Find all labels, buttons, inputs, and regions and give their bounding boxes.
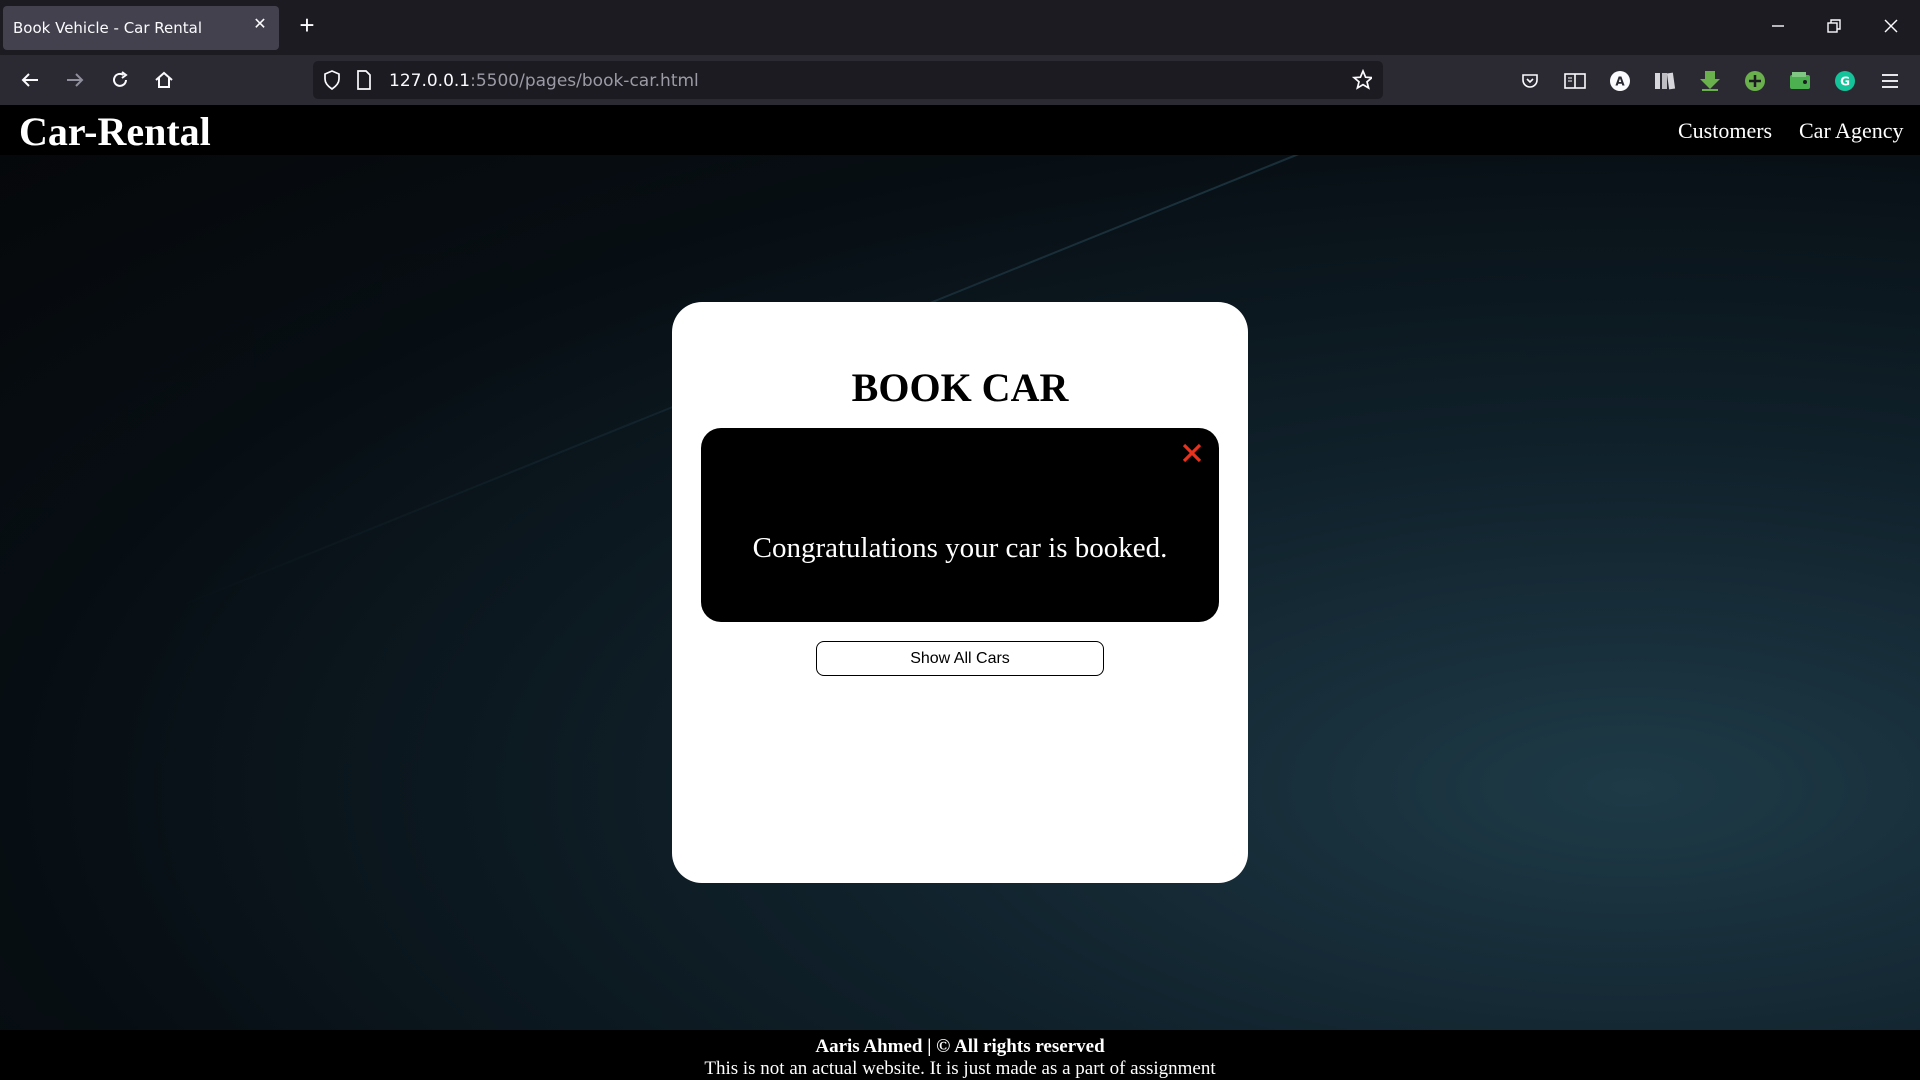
- close-window-icon[interactable]: [1871, 10, 1911, 42]
- browser-toolbar: 127.0.0.1:5500/pages/book-car.html A G: [0, 55, 1920, 105]
- library-icon[interactable]: [1653, 69, 1677, 93]
- reader-view-icon[interactable]: [1563, 69, 1587, 93]
- svg-text:G: G: [1840, 75, 1850, 89]
- menu-icon[interactable]: [1878, 69, 1902, 93]
- shield-icon[interactable]: [322, 70, 342, 90]
- grammarly-icon[interactable]: G: [1833, 69, 1857, 93]
- book-car-card: BOOK CAR Congratulations your car is boo…: [672, 302, 1248, 883]
- page-viewport: Car-Rental Customers Car Agency BOOK CAR…: [0, 105, 1920, 1080]
- account-extension-icon[interactable]: A: [1608, 69, 1632, 93]
- address-bar[interactable]: 127.0.0.1:5500/pages/book-car.html: [313, 61, 1383, 99]
- url-host: 127.0.0.1: [389, 71, 471, 91]
- nav-link-customers[interactable]: Customers: [1678, 118, 1772, 144]
- tab-close-icon[interactable]: ✕: [251, 16, 269, 34]
- add-extension-icon[interactable]: [1743, 69, 1767, 93]
- footer-disclaimer: This is not an actual website. It is jus…: [704, 1058, 1216, 1079]
- page-title: BOOK CAR: [851, 365, 1069, 410]
- restore-icon[interactable]: [1814, 10, 1854, 42]
- show-all-cars-button[interactable]: Show All Cars: [816, 641, 1104, 676]
- footer-copyright: Aaris Ahmed | © All rights reserved: [815, 1036, 1105, 1057]
- nav-link-car-agency[interactable]: Car Agency: [1799, 118, 1903, 144]
- url-text[interactable]: 127.0.0.1:5500/pages/book-car.html: [389, 71, 699, 91]
- svg-text:A: A: [1615, 75, 1625, 89]
- browser-tab[interactable]: Book Vehicle - Car Rental ✕: [3, 6, 279, 50]
- url-path: :5500/pages/book-car.html: [470, 71, 699, 91]
- minimize-icon[interactable]: [1758, 10, 1798, 42]
- close-icon[interactable]: [1177, 438, 1207, 468]
- alert-message: Congratulations your car is booked.: [752, 532, 1168, 564]
- tab-title: Book Vehicle - Car Rental: [13, 19, 203, 37]
- reload-icon[interactable]: [104, 64, 136, 96]
- bookmark-star-icon[interactable]: [1352, 69, 1372, 90]
- download-extension-icon[interactable]: [1698, 69, 1722, 93]
- home-icon[interactable]: [148, 64, 180, 96]
- page-icon[interactable]: [354, 70, 374, 90]
- site-header: Car-Rental Customers Car Agency: [0, 105, 1920, 155]
- site-brand[interactable]: Car-Rental: [19, 108, 211, 155]
- pocket-icon[interactable]: [1518, 69, 1542, 93]
- wallet-extension-icon[interactable]: [1788, 69, 1812, 93]
- forward-icon[interactable]: [59, 64, 91, 96]
- browser-tab-bar: Book Vehicle - Car Rental ✕ +: [0, 0, 1920, 55]
- booking-success-alert: Congratulations your car is booked.: [701, 428, 1219, 622]
- back-icon[interactable]: [14, 64, 46, 96]
- new-tab-icon[interactable]: +: [293, 12, 321, 40]
- site-footer: Aaris Ahmed | © All rights reserved This…: [0, 1030, 1920, 1080]
